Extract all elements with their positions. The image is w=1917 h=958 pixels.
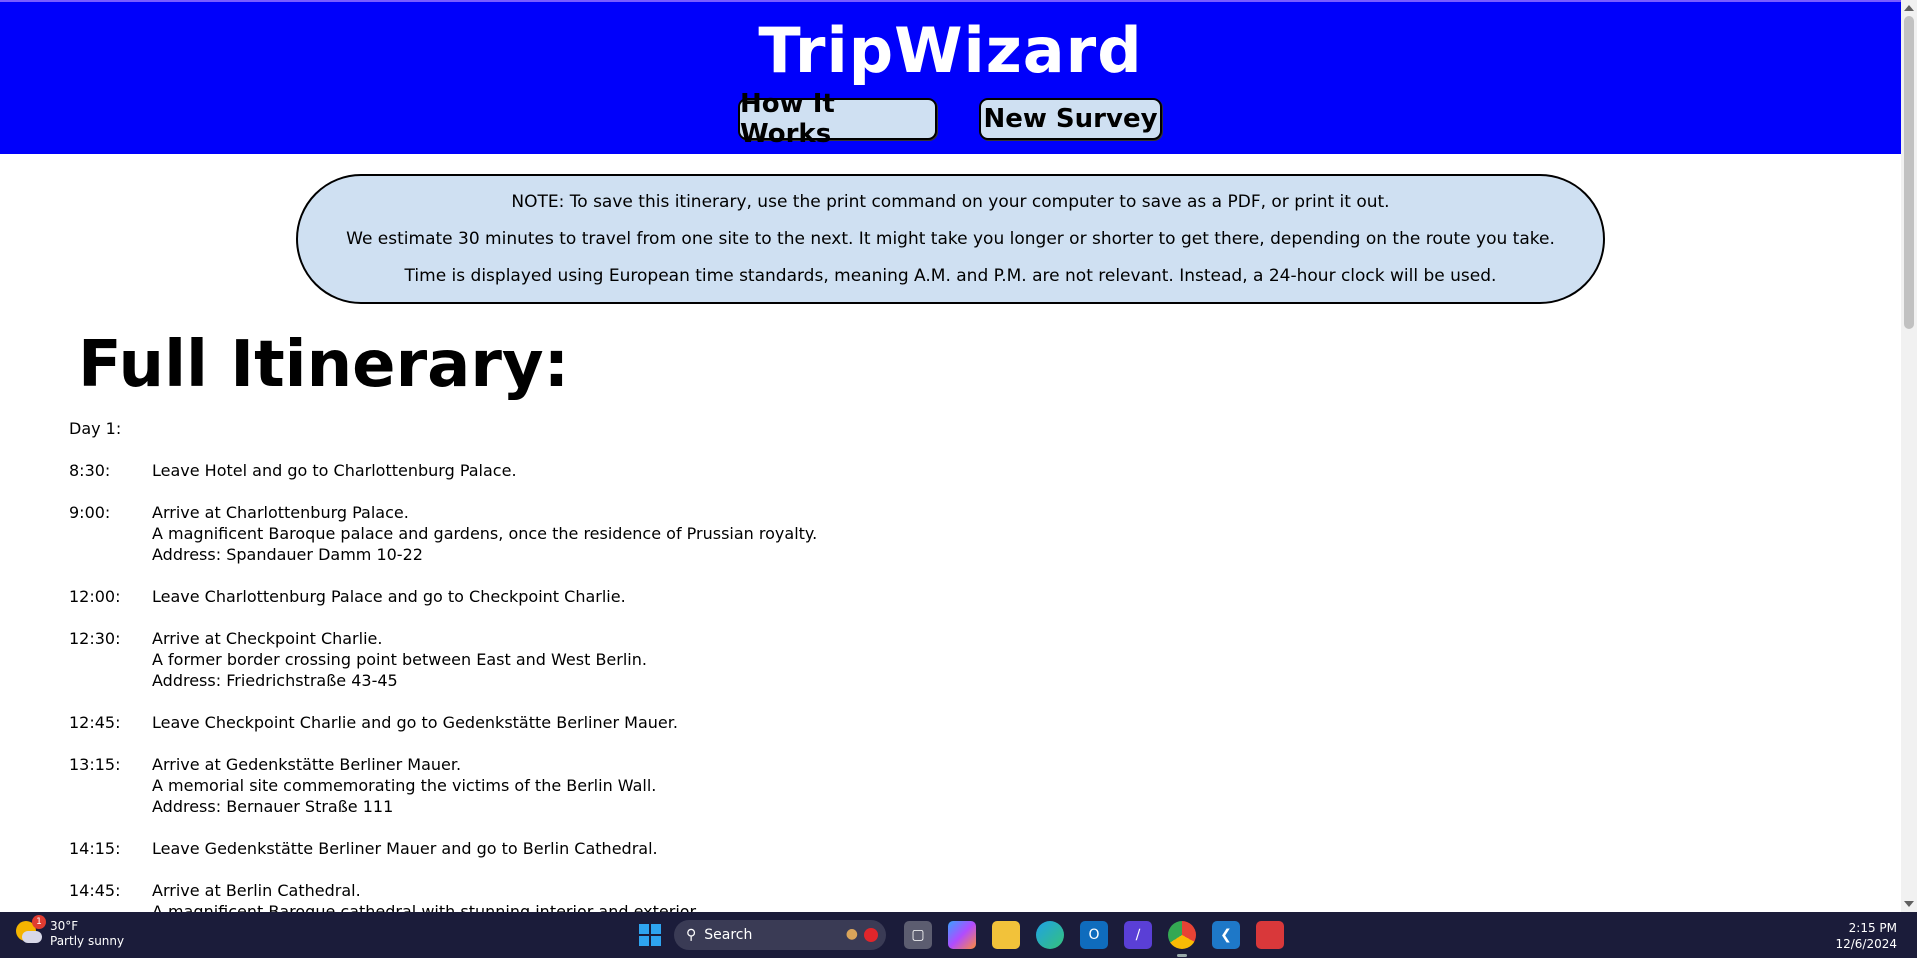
- itinerary-entry: 12:45: Leave Checkpoint Charlie and go t…: [69, 712, 1569, 733]
- site-header: TripWizard How It Works New Survey: [0, 0, 1901, 154]
- entry-time: 13:15:: [69, 755, 121, 774]
- new-survey-button[interactable]: New Survey: [979, 98, 1162, 140]
- entry-line: Leave Hotel and go to Charlottenburg Pal…: [152, 461, 517, 480]
- itinerary-list: Day 1: 8:30: Leave Hotel and go to Charl…: [69, 418, 1569, 912]
- weather-temp: 30°F: [50, 919, 79, 933]
- search-highlight-icon: ●: [845, 926, 858, 942]
- entry-line: Arrive at Charlottenburg Palace.: [152, 503, 409, 522]
- page-title: Full Itinerary:: [78, 328, 570, 402]
- notification-badge: 1: [32, 915, 46, 929]
- file-explorer-icon[interactable]: [992, 921, 1020, 949]
- vertical-scrollbar[interactable]: [1901, 0, 1917, 912]
- day-label: Day 1:: [69, 419, 122, 438]
- chrome-active-indicator: [1177, 954, 1187, 957]
- system-clock[interactable]: 2:15 PM 12/6/2024: [1835, 920, 1897, 952]
- site-logo[interactable]: TripWizard: [0, 20, 1901, 82]
- copilot-icon[interactable]: [948, 921, 976, 949]
- entry-time: 8:30:: [69, 461, 111, 480]
- entry-line: Leave Charlottenburg Palace and go to Ch…: [152, 587, 626, 606]
- entry-description: A former border crossing point between E…: [152, 650, 647, 669]
- edge-icon[interactable]: [1036, 921, 1064, 949]
- entry-time: 14:15:: [69, 839, 121, 858]
- entry-line: Leave Gedenkstätte Berliner Mauer and go…: [152, 839, 658, 858]
- entry-line: Leave Checkpoint Charlie and go to Geden…: [152, 713, 678, 732]
- weather-condition: Partly sunny: [50, 934, 125, 948]
- clock-time: 2:15 PM: [1848, 921, 1897, 935]
- task-view-icon[interactable]: ▢: [904, 921, 932, 949]
- search-icon: ⚲: [686, 927, 697, 943]
- note-panel: NOTE: To save this itinerary, use the pr…: [296, 174, 1605, 304]
- note-time-text: Time is displayed using European time st…: [404, 265, 1497, 286]
- note-travel-text: We estimate 30 minutes to travel from on…: [346, 228, 1555, 249]
- chrome-icon[interactable]: [1168, 921, 1196, 949]
- itinerary-entry: 12:00: Leave Charlottenburg Palace and g…: [69, 586, 1569, 607]
- itinerary-entry: 13:15: Arrive at Gedenkstätte Berliner M…: [69, 754, 1569, 817]
- itinerary-entry: 14:45: Arrive at Berlin Cathedral. A mag…: [69, 880, 1569, 912]
- scroll-up-icon[interactable]: [1904, 5, 1914, 11]
- taskbar-search-box[interactable]: ⚲ Search ●: [674, 920, 886, 950]
- browser-viewport: TripWizard How It Works New Survey NOTE:…: [0, 0, 1901, 912]
- entry-address: Address: Friedrichstraße 43-45: [152, 671, 398, 690]
- partly-sunny-icon: 1: [14, 915, 46, 949]
- entry-time: 12:00:: [69, 587, 121, 606]
- entry-line: Arrive at Checkpoint Charlie.: [152, 629, 383, 648]
- note-save-text: NOTE: To save this itinerary, use the pr…: [511, 191, 1390, 212]
- vscode-icon[interactable]: ❮: [1212, 921, 1240, 949]
- visual-studio-icon[interactable]: ∕: [1124, 921, 1152, 949]
- itinerary-entry: 8:30: Leave Hotel and go to Charlottenbu…: [69, 460, 1569, 481]
- outlook-icon[interactable]: O: [1080, 921, 1108, 949]
- itinerary-entry: 12:30: Arrive at Checkpoint Charlie. A f…: [69, 628, 1569, 691]
- entry-description: A memorial site commemorating the victim…: [152, 776, 657, 795]
- how-it-works-button[interactable]: How It Works: [738, 89, 937, 149]
- entry-description: A magnificent Baroque cathedral with stu…: [152, 902, 700, 912]
- entry-time: 12:45:: [69, 713, 121, 732]
- itinerary-entry: 9:00: Arrive at Charlottenburg Palace. A…: [69, 502, 1569, 565]
- record-icon: [864, 928, 878, 942]
- weather-widget[interactable]: 1 30°F Partly sunny: [14, 915, 125, 949]
- entry-time: 9:00:: [69, 503, 111, 522]
- clock-date: 12/6/2024: [1835, 937, 1897, 951]
- entry-description: A magnificent Baroque palace and gardens…: [152, 524, 818, 543]
- itinerary-entry: 14:15: Leave Gedenkstätte Berliner Mauer…: [69, 838, 1569, 859]
- entry-address: Address: Bernauer Straße 111: [152, 797, 394, 816]
- windows-taskbar: 1 30°F Partly sunny ⚲ Search ● ▢ O ∕ ❮ 2…: [0, 912, 1917, 958]
- entry-line: Arrive at Gedenkstätte Berliner Mauer.: [152, 755, 462, 774]
- scroll-down-icon[interactable]: [1904, 901, 1914, 907]
- search-label: Search: [704, 927, 753, 943]
- entry-time: 12:30:: [69, 629, 121, 648]
- entry-time: 14:45:: [69, 881, 121, 900]
- entry-line: Arrive at Berlin Cathedral.: [152, 881, 361, 900]
- snipping-tool-icon[interactable]: [1256, 921, 1284, 949]
- entry-address: Address: Spandauer Damm 10-22: [152, 545, 423, 564]
- windows-start-icon[interactable]: [636, 921, 664, 949]
- scrollbar-thumb[interactable]: [1904, 16, 1914, 329]
